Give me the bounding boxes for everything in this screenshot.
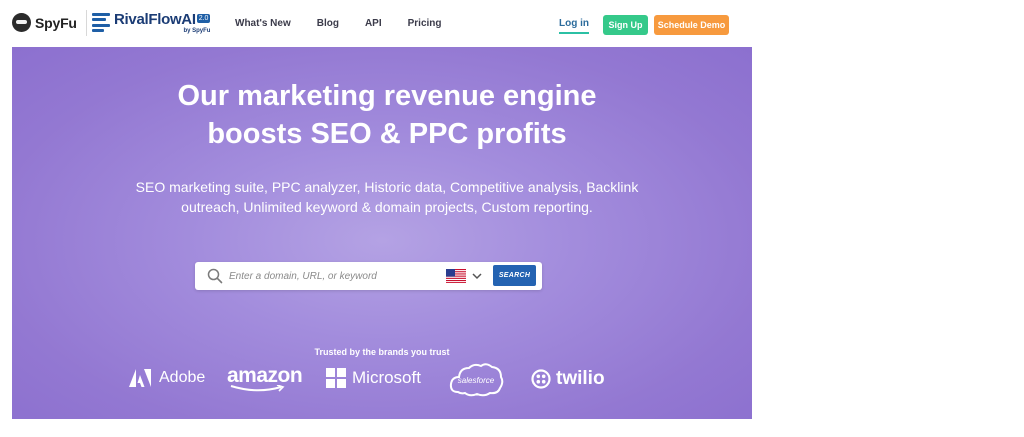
nav-pricing[interactable]: Pricing — [408, 18, 442, 29]
twilio-logo: twilio — [531, 368, 605, 390]
spy-head-icon — [12, 13, 31, 32]
nav-links: What's New Blog API Pricing — [235, 18, 468, 29]
microsoft-icon — [326, 368, 346, 388]
salesforce-text: salesforce — [457, 375, 495, 385]
trusted-label: Trusted by the brands you trust — [314, 347, 450, 357]
search-icon — [207, 268, 223, 284]
search-button[interactable]: SEARCH — [493, 265, 536, 286]
amazon-logo: amazon — [227, 364, 303, 393]
amazon-smile-icon — [230, 385, 285, 392]
us-flag-icon[interactable] — [446, 269, 466, 283]
hero-section: Our marketing revenue engine boosts SEO … — [12, 47, 752, 419]
top-navigation: SpyFu RivalFlowAI 2.0 by SpyFu What's New… — [12, 0, 752, 47]
spyfu-logo[interactable]: SpyFu — [12, 13, 77, 32]
headline-line-1: Our marketing revenue engine — [177, 80, 597, 112]
search-input[interactable] — [229, 269, 429, 283]
chevron-down-icon[interactable] — [471, 270, 483, 282]
salesforce-logo: salesforce — [448, 362, 504, 398]
schedule-demo-button[interactable]: Schedule Demo — [654, 15, 729, 35]
login-link[interactable]: Log in — [559, 18, 589, 34]
page: SpyFu RivalFlowAI 2.0 by SpyFu What's New… — [12, 0, 752, 419]
nav-blog[interactable]: Blog — [317, 18, 339, 29]
search-bar: SEARCH — [195, 262, 542, 290]
brand-logos: Adobe amazon Microsoft salesforce twilio — [12, 362, 752, 402]
adobe-icon — [129, 369, 151, 387]
nav-whats-new[interactable]: What's New — [235, 18, 291, 29]
headline-line-2: boosts SEO & PPC profits — [207, 118, 567, 150]
adobe-logo: Adobe — [129, 369, 205, 387]
rivalflow-version-badge: 2.0 — [196, 14, 211, 23]
rivalflow-logo[interactable]: RivalFlowAI 2.0 by SpyFu — [92, 11, 211, 34]
hero-subtext: SEO marketing suite, PPC analyzer, Histo… — [135, 179, 639, 215]
microsoft-text: Microsoft — [352, 368, 421, 387]
adobe-text: Adobe — [159, 369, 206, 386]
spyfu-logo-text: SpyFu — [35, 14, 77, 31]
rivalflow-logo-text: RivalFlowAI — [114, 11, 196, 28]
twilio-icon — [531, 369, 551, 389]
rivalflow-bars-icon — [92, 13, 110, 32]
hero-headline: Our marketing revenue engine boosts SEO … — [12, 77, 762, 153]
signup-button[interactable]: Sign Up — [603, 15, 648, 35]
microsoft-logo: Microsoft — [326, 368, 421, 388]
logo-divider — [86, 10, 87, 36]
nav-api[interactable]: API — [365, 18, 382, 29]
twilio-text: twilio — [556, 368, 605, 389]
